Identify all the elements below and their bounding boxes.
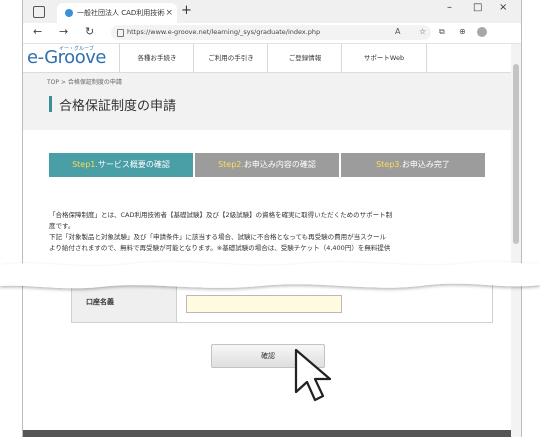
address-bar[interactable]: https://www.e-groove.net/learning/_sys/g… bbox=[111, 25, 431, 40]
step-3-number: Step3. bbox=[376, 160, 402, 169]
nav-support-web[interactable]: サポートWeb bbox=[341, 44, 427, 72]
description-text: 「合格保障制度」とは、CAD利用技術者【基礎試験】及び【2級試験】の資格を確実に… bbox=[49, 210, 485, 254]
tab-actions-icon[interactable] bbox=[33, 6, 45, 18]
step-3-label: お申込み完了 bbox=[401, 160, 450, 169]
breadcrumb[interactable]: TOP > 合格保証制度の申請 bbox=[47, 77, 122, 86]
url-text: https://www.e-groove.net/learning/_sys/g… bbox=[127, 28, 321, 36]
site-favicon-icon bbox=[65, 9, 73, 17]
nav-guide[interactable]: ご利用の手引き bbox=[193, 44, 268, 72]
minimize-icon[interactable]: – bbox=[447, 2, 452, 13]
extensions-icon[interactable]: ⊕ bbox=[459, 27, 466, 36]
nav-registration[interactable]: ご登録情報 bbox=[267, 44, 342, 72]
step-1-number: Step1. bbox=[72, 160, 98, 169]
favorite-star-icon[interactable]: ☆ bbox=[419, 27, 426, 36]
tab-close-icon[interactable]: × bbox=[165, 3, 173, 23]
nav-procedures[interactable]: 各種お手続き bbox=[119, 44, 194, 72]
page-header-band: TOP > 合格保証制度の申請 合格保証制度の申請 bbox=[23, 73, 511, 130]
collections-icon[interactable]: ⧉ bbox=[439, 27, 445, 37]
step-2: Step2.お申込み内容の確認 bbox=[195, 153, 339, 177]
step-3: Step3.お申込み完了 bbox=[341, 153, 485, 177]
tab-strip: 一般社団法人 CAD利用技術者試験サポート... × + – □ × bbox=[23, 0, 521, 23]
torn-page-divider bbox=[0, 261, 540, 289]
step-2-label: お申込み内容の確認 bbox=[243, 160, 316, 169]
step-2-number: Step2. bbox=[218, 160, 244, 169]
description-line-2: 度です。 bbox=[49, 222, 75, 230]
forward-icon[interactable]: → bbox=[59, 25, 68, 38]
account-name-input[interactable] bbox=[186, 295, 342, 313]
page-scrollbar[interactable] bbox=[511, 44, 521, 437]
description-line-1: 「合格保障制度」とは、CAD利用技術者【基礎試験】及び【2級試験】の資格を確実に… bbox=[49, 211, 393, 219]
description-line-3: 下記「対象製品と対象試験」及び「申請条件」に該当する場合、試験に不合格となっても… bbox=[49, 233, 387, 241]
tab-title: 一般社団法人 CAD利用技術者試験サポート... bbox=[77, 9, 165, 17]
address-bar-row: ← → ↻ https://www.e-groove.net/learning/… bbox=[23, 23, 521, 44]
page-footer-bar bbox=[23, 430, 511, 437]
profile-avatar[interactable] bbox=[477, 27, 487, 37]
account-name-label: 口座名義 bbox=[86, 298, 114, 306]
step-1: Step1.サービス概要の確認 bbox=[49, 153, 193, 177]
read-aloud-icon[interactable]: A bbox=[395, 27, 400, 36]
close-window-icon[interactable]: × bbox=[499, 2, 507, 13]
mouse-pointer-icon bbox=[294, 348, 332, 402]
reload-icon[interactable]: ↻ bbox=[85, 25, 94, 38]
lock-icon bbox=[117, 29, 124, 37]
title-accent-bar bbox=[49, 96, 52, 112]
description-line-4: より給付されますので、無料で再受験が可能となります。※基礎試験の場合は、受験チケ… bbox=[49, 244, 391, 252]
maximize-icon[interactable]: □ bbox=[473, 2, 482, 13]
page-title: 合格保証制度の申請 bbox=[59, 99, 177, 114]
step-1-label: サービス概要の確認 bbox=[97, 160, 170, 169]
new-tab-button[interactable]: + bbox=[181, 3, 192, 18]
scrollbar-thumb[interactable] bbox=[513, 64, 519, 244]
browser-window: 一般社団法人 CAD利用技術者試験サポート... × + – □ × ← → ↻… bbox=[22, 0, 522, 437]
site-logo-sub: イー・グルーブ bbox=[59, 46, 94, 52]
browser-tab[interactable]: 一般社団法人 CAD利用技術者試験サポート... × bbox=[57, 3, 177, 23]
back-icon[interactable]: ← bbox=[33, 25, 42, 38]
site-header: e-Groove イー・グルーブ 各種お手続き ご利用の手引き ご登録情報 サポ… bbox=[23, 44, 521, 73]
